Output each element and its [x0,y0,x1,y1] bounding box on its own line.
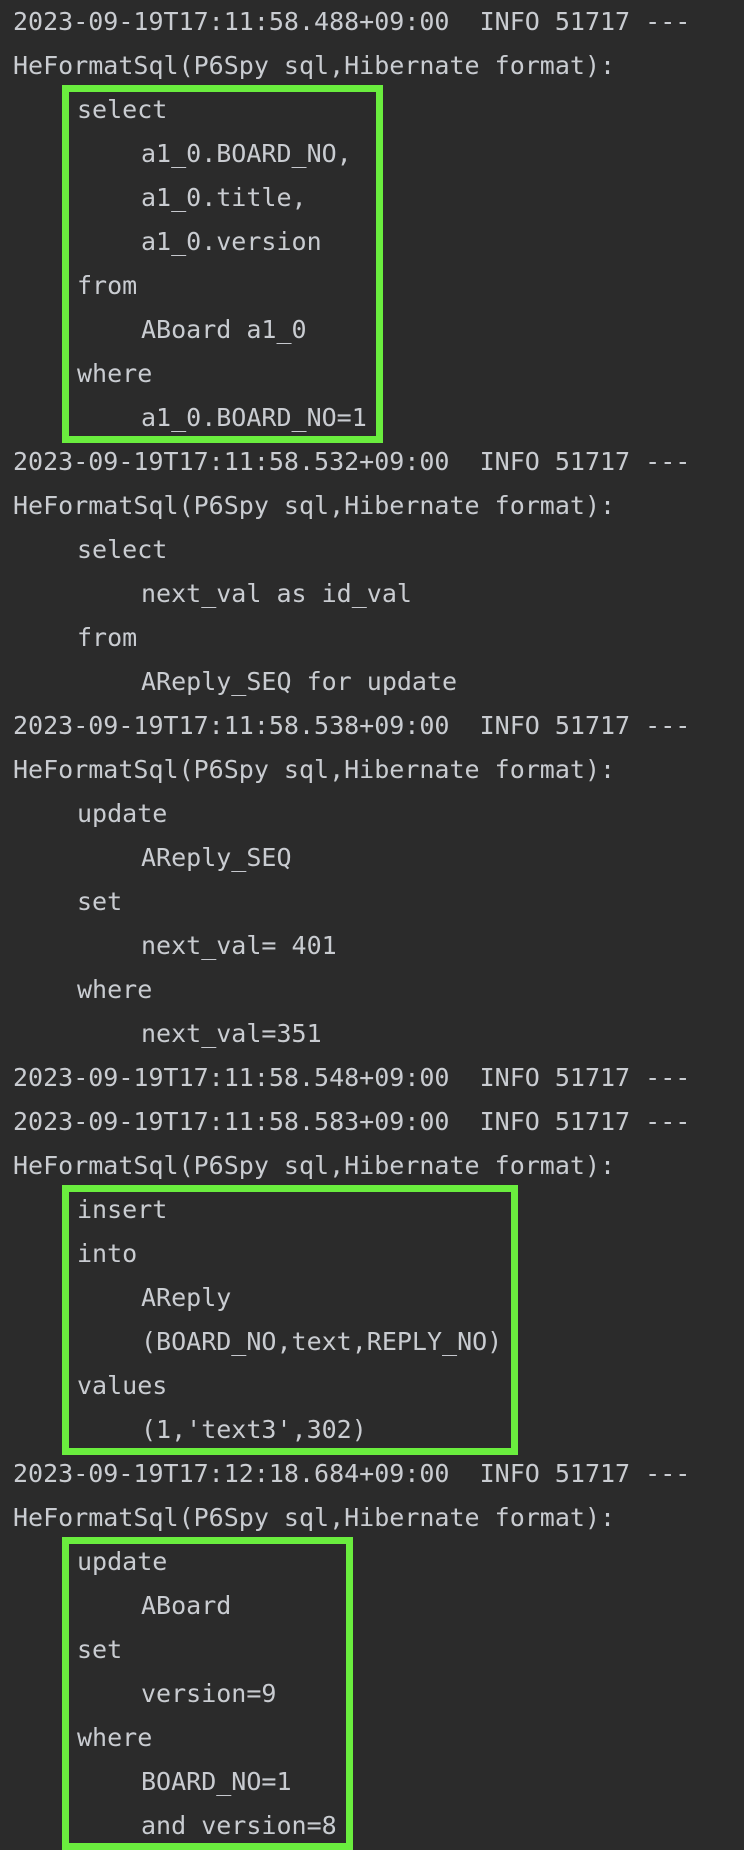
log-line: HeFormatSql(P6Spy sql,Hibernate format): [13,1151,616,1180]
sql-line: update [77,799,168,828]
sql-line: (BOARD_NO,text,REPLY_NO) [141,1327,503,1356]
log-line: 2023-09-19T17:11:58.548+09:00 INFO 51717… [13,1063,691,1092]
log-line: 2023-09-19T17:11:58.488+09:00 INFO 51717… [13,7,691,36]
sql-line: from [77,623,138,652]
sql-line: update [77,1547,168,1576]
sql-line: and version=8 [141,1811,337,1840]
sql-line: AReply_SEQ [141,843,292,872]
sql-line: a1_0.BOARD_NO, [141,139,352,168]
sql-line: insert [77,1195,168,1224]
sql-line: into [77,1239,138,1268]
sql-line: BOARD_NO=1 [141,1767,292,1796]
sql-line: where [77,359,153,388]
log-line: HeFormatSql(P6Spy sql,Hibernate format): [13,491,616,520]
sql-line: select [77,95,168,124]
log-line: 2023-09-19T17:11:58.532+09:00 INFO 51717… [13,447,691,476]
sql-line: AReply [141,1283,232,1312]
sql-line: where [77,1723,153,1752]
sql-line: set [77,887,123,916]
sql-line: a1_0.version [141,227,322,256]
sql-line: next_val as id_val [141,579,412,608]
sql-line: set [77,1635,123,1664]
log-line: HeFormatSql(P6Spy sql,Hibernate format): [13,51,616,80]
sql-line: from [77,271,138,300]
sql-line: a1_0.title, [141,183,307,212]
log-line: 2023-09-19T17:11:58.583+09:00 INFO 51717… [13,1107,691,1136]
sql-line: next_val=351 [141,1019,322,1048]
sql-line: AReply_SEQ for update [141,667,458,696]
sql-line: version=9 [141,1679,277,1708]
console-output: 2023-09-19T17:11:58.488+09:00 INFO 51717… [0,0,744,1850]
log-line: HeFormatSql(P6Spy sql,Hibernate format): [13,755,616,784]
sql-line: next_val= 401 [141,931,337,960]
sql-line: where [77,975,153,1004]
sql-line: values [77,1371,168,1400]
log-line: HeFormatSql(P6Spy sql,Hibernate format): [13,1503,616,1532]
sql-line: ABoard a1_0 [141,315,307,344]
log-line: 2023-09-19T17:12:18.684+09:00 INFO 51717… [13,1459,691,1488]
log-line: 2023-09-19T17:11:58.538+09:00 INFO 51717… [13,711,691,740]
sql-line: ABoard [141,1591,232,1620]
sql-line: select [77,535,168,564]
sql-line: (1,'text3',302) [141,1415,367,1444]
sql-line: a1_0.BOARD_NO=1 [141,403,367,432]
